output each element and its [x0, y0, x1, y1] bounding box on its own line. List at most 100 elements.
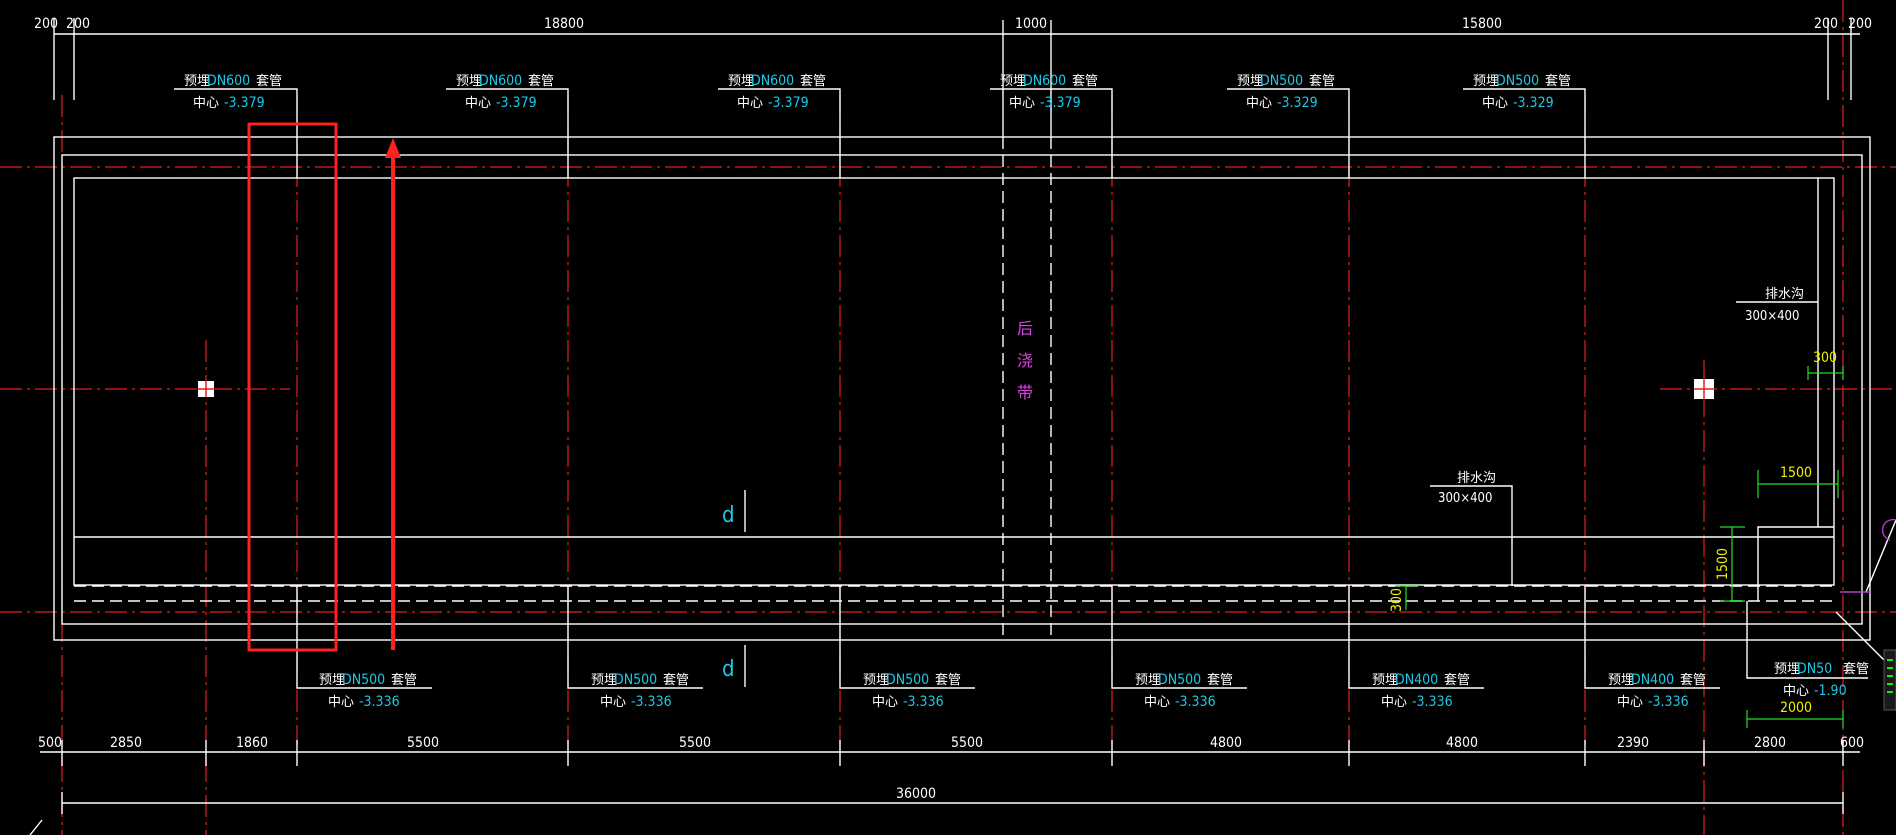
- top-dim-d: 1000: [1015, 16, 1047, 32]
- dim-300-top: 300: [1813, 350, 1837, 366]
- drain-ditch-right: 排水沟 300×400: [1736, 287, 1818, 324]
- pipe-center-label: 中心: [1144, 695, 1170, 710]
- pipe-elev: -3.336: [903, 694, 944, 710]
- bottom-pipe-5: 预埋 DN400 套管 中心 -3.336: [1372, 672, 1470, 710]
- top-pipe-2: 预埋 DN600 套管 中心 -3.379: [456, 73, 554, 111]
- dim-300-bottom: 300: [1389, 588, 1405, 612]
- top-dim-a: 200: [34, 16, 58, 32]
- drain-ditch-mid: 排水沟 300×400: [1430, 471, 1513, 586]
- pipe-suffix: 套管: [1680, 672, 1706, 688]
- pipe-dn: DN600: [479, 73, 522, 89]
- pipe-elev: -3.379: [768, 95, 809, 111]
- pipe-suffix: 套管: [528, 73, 554, 89]
- bottom-dim-total: 36000: [896, 786, 936, 802]
- highlight-annotation: [247, 122, 401, 652]
- pipe-elev: -3.336: [359, 694, 400, 710]
- top-pipe-1: 预埋 DN600 套管 中心 -3.379: [184, 73, 282, 111]
- section-mark-upper: d: [722, 503, 735, 528]
- pipe-suffix: 套管: [256, 73, 282, 89]
- drain-name: 排水沟: [1457, 471, 1496, 486]
- post-pour-char-1: 后: [1017, 319, 1033, 338]
- pipe-suffix: 套管: [663, 672, 689, 688]
- top-dim-g: 200: [1848, 16, 1872, 32]
- pipe-elev: -3.329: [1513, 95, 1554, 111]
- pipe-elev: -3.336: [1175, 694, 1216, 710]
- drain-size: 300×400: [1745, 309, 1799, 324]
- dim-1500-vertical: 1500: [1715, 548, 1731, 580]
- post-pour-strip-label: 后 浇 带: [1017, 319, 1033, 402]
- pipe-dn: DN500: [1496, 73, 1539, 89]
- highlight-arrow-head: [385, 138, 401, 158]
- pipe-elev: -3.329: [1277, 95, 1318, 111]
- column-marker-left: [198, 381, 214, 397]
- bottom-pipe-3: 预埋 DN500 套管 中心 -3.336: [863, 672, 961, 710]
- post-pour-char-2: 浇: [1017, 351, 1033, 370]
- pipe-suffix: 套管: [1545, 73, 1571, 89]
- top-dimension-chain: [53, 18, 1860, 100]
- bottom-pipe-7: 预埋 DN50 套管 中心 -1.90: [1774, 661, 1869, 699]
- bottom-dim-1: 500: [38, 735, 62, 751]
- bottom-dim-2: 2850: [110, 735, 142, 751]
- pipe-suffix: 套管: [1207, 672, 1233, 688]
- bottom-dim-4: 5500: [407, 735, 439, 751]
- pipe-dn: DN600: [207, 73, 250, 89]
- section-mark-lower: d: [722, 657, 735, 682]
- pipe-suffix: 套管: [1072, 73, 1098, 89]
- pipe-center-label: 中心: [1617, 695, 1643, 710]
- top-dim-f: 200: [1814, 16, 1838, 32]
- bottom-dim-5: 5500: [679, 735, 711, 751]
- cad-drawing-canvas[interactable]: 200 200 18800 1000 15800 200 200 预埋 DN60…: [0, 0, 1896, 835]
- pipe-center-label: 中心: [1783, 684, 1809, 699]
- pipe-elev: -3.336: [1412, 694, 1453, 710]
- dim-1500-horizontal: 1500: [1780, 465, 1812, 481]
- pipe-center-label: 中心: [1246, 96, 1272, 111]
- pipe-center-label: 中心: [600, 695, 626, 710]
- highlight-box: [247, 122, 338, 652]
- pool-walls: [53, 20, 1871, 641]
- bottom-dimension-chain: [40, 740, 1860, 814]
- pipe-center-label: 中心: [737, 96, 763, 111]
- pipe-dn: DN400: [1395, 672, 1438, 688]
- pipe-dn: DN600: [751, 73, 794, 89]
- bottom-dim-8: 4800: [1446, 735, 1478, 751]
- bottom-pipe-1: 预埋 DN500 套管 中心 -3.336: [319, 672, 417, 710]
- top-dim-c: 18800: [544, 16, 584, 32]
- pipe-center-label: 中心: [1482, 96, 1508, 111]
- pipe-suffix: 套管: [1843, 661, 1869, 677]
- pipe-suffix: 套管: [1444, 672, 1470, 688]
- column-marker-right: [1694, 379, 1714, 399]
- drain-name: 排水沟: [1765, 287, 1804, 302]
- pipe-elev: -3.336: [1648, 694, 1689, 710]
- pipe-suffix: 套管: [1309, 73, 1335, 89]
- pipe-center-label: 中心: [193, 96, 219, 111]
- pipe-elev: -3.379: [1040, 95, 1081, 111]
- pipe-center-label: 中心: [872, 695, 898, 710]
- bottom-dim-7: 4800: [1210, 735, 1242, 751]
- pipe-suffix: 套管: [391, 672, 417, 688]
- pipe-elev: -1.90: [1814, 683, 1847, 699]
- post-pour-char-3: 带: [1017, 383, 1033, 402]
- pipe-dn: DN500: [1260, 73, 1303, 89]
- bottom-dim-3: 1860: [236, 735, 268, 751]
- top-pipe-5: 预埋 DN500 套管 中心 -3.329: [1237, 73, 1335, 111]
- pipe-dn: DN400: [1631, 672, 1674, 688]
- bottom-dim-9: 2390: [1617, 735, 1649, 751]
- bottom-pipe-4: 预埋 DN500 套管 中心 -3.336: [1135, 672, 1233, 710]
- top-pipe-6: 预埋 DN500 套管 中心 -3.329: [1473, 73, 1571, 111]
- pipe-dn: DN500: [614, 672, 657, 688]
- top-pipe-leaders: [174, 88, 1586, 178]
- pipe-suffix: 套管: [800, 73, 826, 89]
- bottom-dim-11: 600: [1840, 735, 1864, 751]
- pipe-dn: DN500: [1158, 672, 1201, 688]
- dim-2000: 2000: [1780, 700, 1812, 716]
- top-dim-e: 15800: [1462, 16, 1502, 32]
- pipe-center-label: 中心: [328, 695, 354, 710]
- pipe-dn: DN600: [1023, 73, 1066, 89]
- pipe-suffix: 套管: [935, 672, 961, 688]
- pipe-dn: DN500: [886, 672, 929, 688]
- pipe-center-label: 中心: [1381, 695, 1407, 710]
- pipe-elev: -3.336: [631, 694, 672, 710]
- bottom-pipe-6: 预埋 DN400 套管 中心 -3.336: [1608, 672, 1706, 710]
- top-dim-b: 200: [66, 16, 90, 32]
- bottom-pipe-2: 预埋 DN500 套管 中心 -3.336: [591, 672, 689, 710]
